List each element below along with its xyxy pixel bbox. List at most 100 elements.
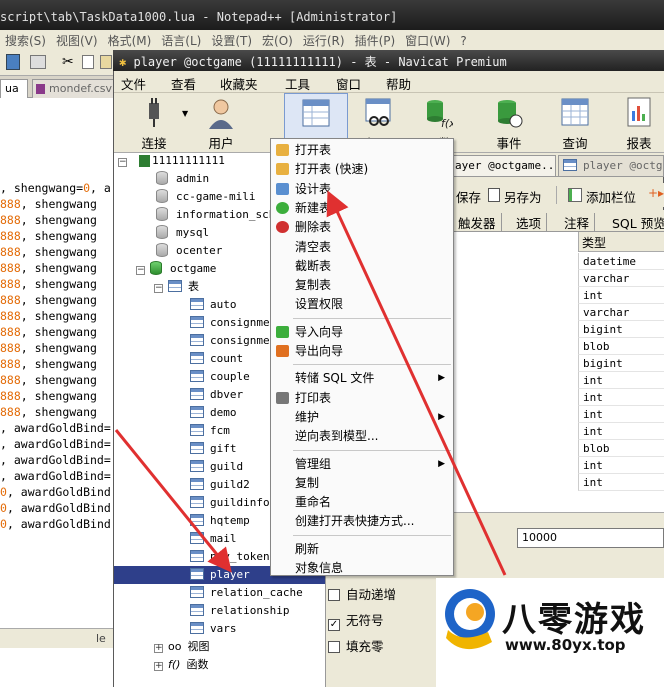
menu-favorites[interactable]: 收藏夹 [220, 74, 258, 93]
menu-item[interactable]: 导入向导 [271, 323, 453, 341]
field-type-cell[interactable]: bigint [578, 321, 664, 338]
npp-menu-language[interactable]: 语言(L) [156, 30, 206, 51]
tab-mondef[interactable]: mondef.csv [32, 79, 116, 98]
tree-table[interactable]: guildinfo [190, 494, 270, 512]
field-type-cell[interactable]: int [578, 372, 664, 389]
field-type-cell[interactable]: int [578, 406, 664, 423]
expand-icon[interactable]: + [154, 662, 163, 671]
paste-icon[interactable] [100, 55, 112, 69]
tree-connection[interactable]: − 11111111111 [118, 153, 225, 170]
tree-tables-node[interactable]: − 表 [154, 278, 199, 296]
menu-help[interactable]: 帮助 [386, 74, 411, 93]
field-grid[interactable]: 类型 datetime varchar int varchar bigint blob bi… [452, 232, 664, 512]
menu-item[interactable]: 设置权限 [271, 295, 453, 313]
menu-window[interactable]: 窗口 [336, 74, 361, 93]
tree-db-octgame[interactable]: − octgame [136, 260, 216, 278]
collapse-icon[interactable]: − [136, 266, 145, 275]
tree-table[interactable]: couple [190, 368, 250, 386]
npp-menu-search[interactable]: 搜索(S) [0, 30, 51, 51]
menu-item[interactable]: 设计表 [271, 180, 453, 198]
field-type-cell[interactable]: int [578, 423, 664, 440]
menu-item[interactable]: 复制 [271, 474, 453, 492]
tree-views-node[interactable]: + oo 视图 [154, 638, 209, 656]
connect-button[interactable]: ▼ 连接 [124, 93, 188, 151]
field-type-cell[interactable]: int [578, 287, 664, 304]
tab-comment[interactable]: 注释 [564, 213, 596, 232]
field-type-cell[interactable]: blob [578, 440, 664, 457]
npp-menu-window[interactable]: 窗口(W) [400, 30, 455, 51]
tree-db-admin[interactable]: admin [156, 170, 209, 188]
field-type-cell[interactable]: varchar [578, 270, 664, 287]
tree-table[interactable]: relationship [190, 602, 289, 620]
type-column-header[interactable]: 类型 [578, 232, 664, 252]
npp-menu-macro[interactable]: 宏(O) [257, 30, 298, 51]
user-button[interactable]: 用户 [196, 93, 246, 151]
field-type-cell[interactable]: bigint [578, 355, 664, 372]
field-type-cell[interactable]: blob [578, 338, 664, 355]
unsigned-checkbox[interactable]: ✓ 无符号 [328, 610, 384, 631]
print-icon[interactable] [30, 55, 46, 69]
field-type-cell[interactable]: varchar [578, 304, 664, 321]
insert-field-icon[interactable]: +▸ [648, 186, 664, 200]
tree-table[interactable]: auto [190, 296, 237, 314]
checkbox-box[interactable] [328, 589, 340, 601]
menu-item[interactable]: 打开表 (快速) [271, 160, 453, 178]
tree-table[interactable]: pay_token [190, 548, 270, 566]
npp-menu-format[interactable]: 格式(M) [103, 30, 157, 51]
tab-lua-file[interactable]: ua [0, 79, 28, 98]
query-button[interactable]: 查询 [550, 93, 600, 151]
tree-table[interactable]: dbver [190, 386, 243, 404]
npp-menu-view[interactable]: 视图(V) [51, 30, 103, 51]
tree-functions-node[interactable]: + f() 函数 [154, 656, 208, 674]
menu-item[interactable]: 打开表 [271, 141, 453, 159]
tree-table[interactable]: vars [190, 620, 237, 638]
npp-menu-settings[interactable]: 设置(T) [206, 30, 257, 51]
menu-view[interactable]: 查看 [171, 74, 196, 93]
chevron-down-icon[interactable]: ▼ [182, 109, 188, 118]
tree-db-ocenter[interactable]: ocenter [156, 242, 222, 260]
add-field-button[interactable]: 添加栏位 [586, 187, 636, 206]
zerofill-checkbox[interactable]: 填充零 [328, 636, 384, 654]
menu-file[interactable]: 文件 [121, 74, 146, 93]
tab-player-data[interactable]: player @octgame [558, 155, 664, 177]
menu-item[interactable]: 刷新 [271, 540, 453, 558]
tab-triggers[interactable]: 触发器 [458, 213, 502, 232]
tree-table[interactable]: consignment [190, 314, 283, 332]
tree-db-mysql[interactable]: mysql [156, 224, 209, 242]
tree-table[interactable]: guild2 [190, 476, 250, 494]
npp-menu-help[interactable]: ? [455, 32, 471, 50]
cut-icon[interactable]: ✂ [62, 54, 74, 70]
save-icon[interactable] [6, 54, 20, 70]
default-value-input[interactable]: 10000 [517, 528, 664, 548]
report-button[interactable]: 报表 [614, 93, 664, 151]
menu-item[interactable]: 复制表 [271, 276, 453, 294]
menu-item[interactable]: 重命名 [271, 493, 453, 511]
tree-table[interactable]: mail [190, 530, 237, 548]
menu-item[interactable]: 对象信息 [271, 559, 453, 577]
tab-options[interactable]: 选项 [516, 213, 548, 232]
menu-item[interactable]: 截断表 [271, 257, 453, 275]
tree-table[interactable]: fcm [190, 422, 230, 440]
tree-table[interactable]: relation_cache [190, 584, 303, 602]
save-button[interactable]: 保存 [456, 187, 481, 206]
tree-db-cc-game-mili[interactable]: cc-game-mili [156, 188, 255, 206]
save-as-button[interactable]: 另存为 [504, 187, 542, 206]
field-type-cell[interactable]: int [578, 474, 664, 491]
menu-item[interactable]: 管理组 ▶ [271, 455, 453, 473]
checkbox-box[interactable] [328, 641, 340, 653]
copy-icon[interactable] [82, 55, 94, 69]
tree-table[interactable]: demo [190, 404, 237, 422]
tree-table[interactable]: consignment [190, 332, 283, 350]
field-type-cell[interactable]: int [578, 389, 664, 406]
menu-item[interactable]: 维护 ▶ [271, 408, 453, 426]
auto-increment-checkbox[interactable]: 自动递增 [328, 584, 396, 602]
tree-table[interactable]: count [190, 350, 243, 368]
menu-item[interactable]: 导出向导 [271, 342, 453, 360]
tree-table[interactable]: hqtemp [190, 512, 250, 530]
menu-item[interactable]: 删除表 [271, 218, 453, 236]
collapse-icon[interactable]: − [118, 158, 127, 167]
menu-item[interactable]: 转储 SQL 文件 ▶ [271, 369, 453, 387]
menu-item[interactable]: 创建打开表快捷方式... [271, 512, 453, 530]
menu-tools[interactable]: 工具 [285, 74, 310, 93]
tab-player-design[interactable]: ayer @octgame... [452, 155, 556, 177]
